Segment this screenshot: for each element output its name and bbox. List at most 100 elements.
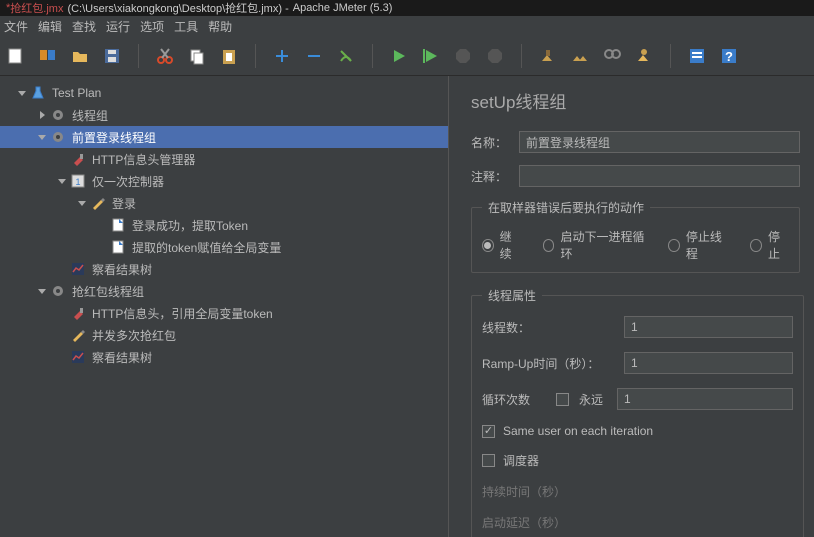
- flask-icon: [30, 85, 46, 101]
- comment-label: 注释：: [471, 168, 509, 185]
- separator: [138, 44, 139, 68]
- radio-stop-test[interactable]: 停止: [750, 228, 789, 262]
- menu-file[interactable]: 文件: [4, 18, 28, 34]
- tree-node[interactable]: 提取的token赋值给全局变量: [0, 236, 448, 258]
- twisty-icon: [56, 307, 68, 319]
- twisty-icon[interactable]: [36, 131, 48, 143]
- tree-node-label: 察看结果树: [92, 349, 152, 366]
- error-action-legend: 在取样器错误后要执行的动作: [482, 199, 650, 216]
- copy-icon[interactable]: [187, 46, 207, 66]
- tree-node-label: 提取的token赋值给全局变量: [132, 239, 281, 256]
- separator: [670, 44, 671, 68]
- menu-edit[interactable]: 编辑: [38, 18, 62, 34]
- twisty-icon: [56, 329, 68, 341]
- shutdown-icon[interactable]: [485, 46, 505, 66]
- save-icon[interactable]: [102, 46, 122, 66]
- tree-node-label: HTTP信息头，引用全局变量token: [92, 305, 273, 322]
- stop-icon[interactable]: [453, 46, 473, 66]
- same-user-label: Same user on each iteration: [503, 424, 653, 438]
- scheduler-checkbox[interactable]: [482, 454, 495, 467]
- twisty-icon[interactable]: [36, 285, 48, 297]
- threads-input[interactable]: [624, 316, 793, 338]
- open-icon[interactable]: [70, 46, 90, 66]
- title-bar: * 抢红包.jmx (C:\Users\xiakongkong\Desktop\…: [0, 0, 814, 16]
- wrench-icon: [70, 305, 86, 321]
- start-no-pauses-icon[interactable]: [421, 46, 441, 66]
- chart-icon: [70, 349, 86, 365]
- once-icon: 1: [70, 173, 86, 189]
- gear-icon: [50, 283, 66, 299]
- function-helper-icon[interactable]: [687, 46, 707, 66]
- tree-node[interactable]: 登录成功，提取Token: [0, 214, 448, 236]
- menu-tools[interactable]: 工具: [174, 18, 198, 34]
- twisty-icon[interactable]: [56, 175, 68, 187]
- tree-node-label: 仅一次控制器: [92, 173, 164, 190]
- menu-options[interactable]: 选项: [140, 18, 164, 34]
- menu-run[interactable]: 运行: [106, 18, 130, 34]
- menu-search[interactable]: 查找: [72, 18, 96, 34]
- tree-node-label: 抢红包线程组: [72, 283, 144, 300]
- scheduler-label: 调度器: [503, 452, 539, 469]
- error-action-group: 在取样器错误后要执行的动作 继续 启动下一进程循环 停止线程 停止: [471, 199, 800, 273]
- twisty-icon: [96, 219, 108, 231]
- new-icon[interactable]: [6, 46, 26, 66]
- tree-node[interactable]: 察看结果树: [0, 346, 448, 368]
- radio-icon: [482, 239, 494, 252]
- page-icon: [110, 239, 126, 255]
- svg-text:?: ?: [725, 49, 733, 64]
- tree-node[interactable]: 线程组: [0, 104, 448, 126]
- reset-search-icon[interactable]: [634, 46, 654, 66]
- loop-input[interactable]: [617, 388, 793, 410]
- same-user-checkbox[interactable]: [482, 425, 495, 438]
- threads-label: 线程数：: [482, 319, 614, 336]
- twisty-icon[interactable]: [76, 197, 88, 209]
- tree-node[interactable]: 登录: [0, 192, 448, 214]
- twisty-icon[interactable]: [16, 87, 28, 99]
- radio-stop-thread[interactable]: 停止线程: [668, 228, 728, 262]
- comment-input[interactable]: [519, 165, 800, 187]
- titlebar-app: Apache JMeter (5.3): [293, 2, 393, 14]
- tree-node-label: 线程组: [72, 107, 108, 124]
- twisty-icon: [56, 153, 68, 165]
- tree-node[interactable]: 抢红包线程组: [0, 280, 448, 302]
- tree-node-label: 登录: [112, 195, 136, 212]
- paste-icon[interactable]: [219, 46, 239, 66]
- radio-continue[interactable]: 继续: [482, 228, 521, 262]
- twisty-icon: [56, 263, 68, 275]
- clear-icon[interactable]: [538, 46, 558, 66]
- tree-node[interactable]: HTTP信息头，引用全局变量token: [0, 302, 448, 324]
- cut-icon[interactable]: [155, 46, 175, 66]
- help-icon[interactable]: ?: [719, 46, 739, 66]
- rampup-label: Ramp-Up时间（秒）：: [482, 355, 614, 372]
- search-icon[interactable]: [602, 46, 622, 66]
- titlebar-path: (C:\Users\xiakongkong\Desktop\抢红包.jmx) -: [67, 0, 288, 16]
- tree-node-label: 前置登录线程组: [72, 129, 156, 146]
- toggle-icon[interactable]: [336, 46, 356, 66]
- tree-node[interactable]: Test Plan: [0, 82, 448, 104]
- tree-node[interactable]: 并发多次抢红包: [0, 324, 448, 346]
- tree-node[interactable]: HTTP信息头管理器: [0, 148, 448, 170]
- templates-icon[interactable]: [38, 46, 58, 66]
- tree-node[interactable]: 1 仅一次控制器: [0, 170, 448, 192]
- radio-next-loop[interactable]: 启动下一进程循环: [543, 228, 646, 262]
- thread-properties-group: 线程属性 线程数： Ramp-Up时间（秒）： 循环次数 永远 Same use…: [471, 287, 804, 537]
- menu-help[interactable]: 帮助: [208, 18, 232, 34]
- test-plan-tree[interactable]: Test Plan 线程组前置登录线程组 HTTP信息头管理器 1 仅一次控制器登录登录…: [0, 76, 448, 537]
- twisty-icon[interactable]: [36, 109, 48, 121]
- expand-icon[interactable]: [272, 46, 292, 66]
- tree-node-label: HTTP信息头管理器: [92, 151, 195, 168]
- tree-node[interactable]: 察看结果树: [0, 258, 448, 280]
- radio-icon: [750, 239, 762, 252]
- start-icon[interactable]: [389, 46, 409, 66]
- collapse-icon[interactable]: [304, 46, 324, 66]
- name-input[interactable]: [519, 131, 800, 153]
- tree-node-label: 察看结果树: [92, 261, 152, 278]
- pencil-icon: [70, 327, 86, 343]
- rampup-input[interactable]: [624, 352, 793, 374]
- clear-all-icon[interactable]: [570, 46, 590, 66]
- duration-label: 持续时间（秒）: [482, 483, 592, 500]
- loop-forever-checkbox[interactable]: [556, 393, 569, 406]
- tree-node[interactable]: 前置登录线程组: [0, 126, 448, 148]
- panel-title: setUp线程组: [471, 88, 800, 113]
- svg-text:1: 1: [75, 177, 80, 187]
